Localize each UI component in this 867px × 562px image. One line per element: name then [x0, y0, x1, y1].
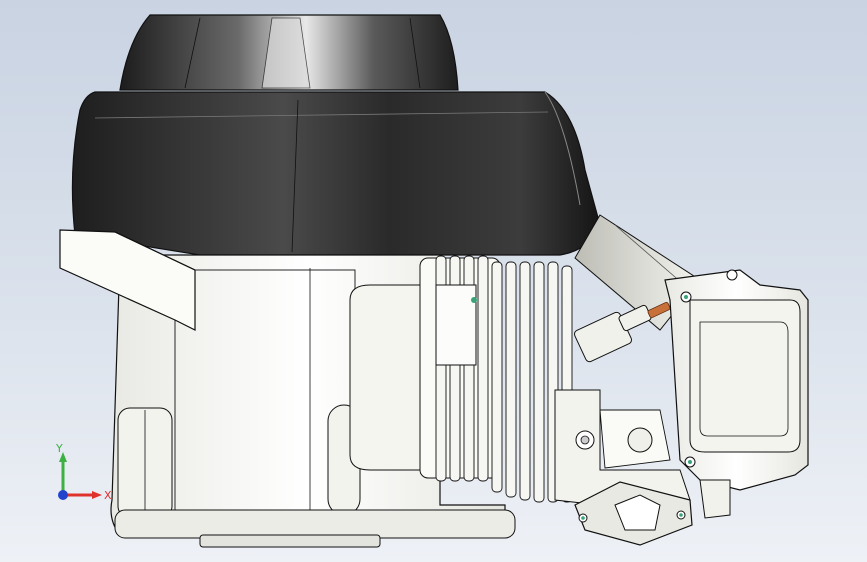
x-axis-label: X [104, 489, 112, 502]
cad-3d-viewport[interactable]: Y X [0, 0, 867, 562]
coordinate-triad: Y X [55, 442, 112, 502]
cylinder-head[interactable] [664, 269, 809, 491]
z-axis-dot [58, 490, 68, 500]
muffler[interactable] [699, 479, 731, 519]
y-axis-label: Y [55, 442, 63, 455]
x-axis-arrow [92, 491, 102, 499]
air-cleaner-cover[interactable] [119, 14, 459, 91]
engine-3d-model[interactable] [0, 0, 867, 562]
fin-hole-marker [471, 297, 477, 303]
fuel-tank[interactable] [71, 91, 601, 256]
cylinder-fins[interactable] [419, 255, 573, 503]
spark-plug[interactable] [573, 301, 671, 363]
